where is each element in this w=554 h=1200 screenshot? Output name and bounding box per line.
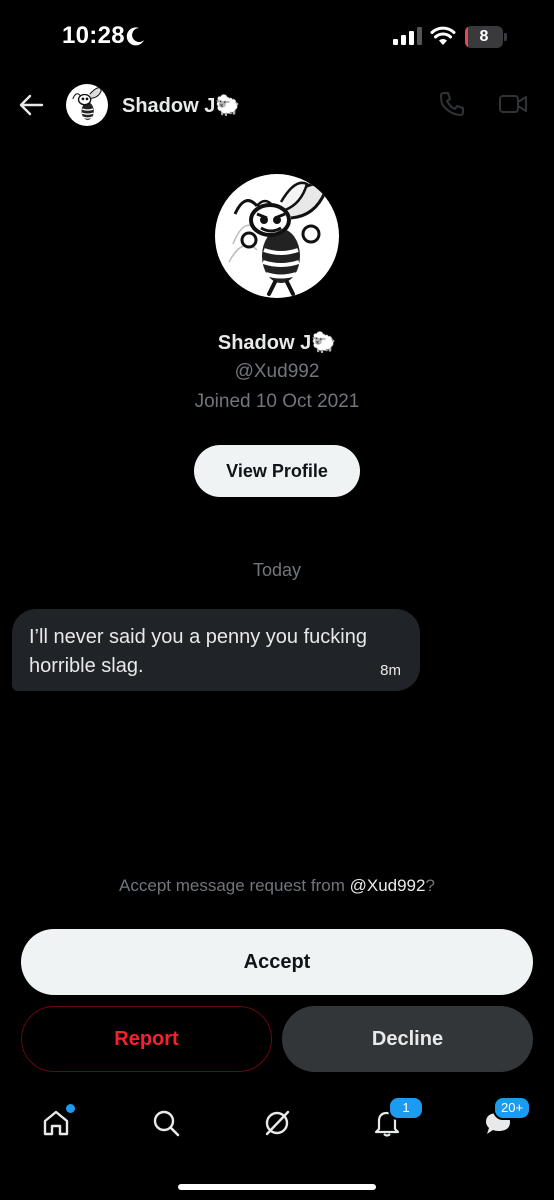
arrow-left-icon bbox=[19, 94, 44, 116]
battery-level: 8 bbox=[479, 28, 489, 45]
conversation-header: Shadow J🐑 bbox=[0, 78, 554, 134]
message-text: I’ll never said you a penny you fucking … bbox=[29, 626, 367, 677]
video-camera-icon[interactable] bbox=[498, 90, 528, 118]
hornet-mascot-icon bbox=[72, 87, 102, 120]
request-prompt-suffix: ? bbox=[425, 876, 435, 895]
home-indicator bbox=[178, 1184, 376, 1190]
moon-icon bbox=[126, 27, 144, 46]
nav-grok[interactable] bbox=[260, 1106, 294, 1140]
profile-joined-date: Joined 10 Oct 2021 bbox=[194, 391, 360, 412]
profile-avatar[interactable] bbox=[215, 174, 339, 298]
wifi-icon bbox=[430, 26, 456, 45]
request-prompt-handle[interactable]: @Xud992 bbox=[350, 876, 426, 895]
nav-home[interactable] bbox=[39, 1104, 75, 1140]
message-request-prompt: Accept message request from @Xud992? bbox=[0, 876, 554, 896]
nav-notifications[interactable]: 1 bbox=[370, 1096, 424, 1140]
profile-name: Shadow J🐑 bbox=[217, 332, 337, 354]
phone-icon[interactable] bbox=[438, 90, 466, 118]
back-button[interactable] bbox=[16, 90, 46, 120]
message-time: 8m bbox=[380, 662, 401, 679]
request-prompt-prefix: Accept message request from bbox=[119, 876, 350, 895]
messages-badge: 20+ bbox=[493, 1096, 532, 1120]
report-button[interactable]: Report bbox=[21, 1006, 272, 1072]
avatar[interactable] bbox=[66, 84, 108, 126]
grok-icon bbox=[265, 1110, 290, 1136]
home-notification-dot bbox=[66, 1104, 75, 1113]
nav-messages[interactable]: 20+ bbox=[481, 1096, 532, 1140]
accept-button[interactable]: Accept bbox=[21, 929, 533, 995]
decline-button[interactable]: Decline bbox=[282, 1006, 533, 1072]
view-profile-button[interactable]: View Profile bbox=[194, 445, 360, 497]
search-icon bbox=[153, 1110, 180, 1137]
header-title[interactable]: Shadow J🐑 bbox=[122, 93, 240, 118]
status-time: 10:28 bbox=[62, 22, 125, 49]
profile-handle: @Xud992 bbox=[234, 361, 320, 382]
hornet-mascot-icon bbox=[228, 181, 327, 296]
battery-icon: 8 bbox=[465, 26, 507, 48]
message-bubble[interactable]: I’ll never said you a penny you fucking … bbox=[12, 609, 420, 691]
date-separator: Today bbox=[252, 560, 302, 580]
nav-search[interactable] bbox=[149, 1106, 183, 1140]
bottom-nav: 1 20+ bbox=[0, 1092, 554, 1162]
notifications-badge: 1 bbox=[388, 1096, 424, 1120]
status-bar: 10:28 8 bbox=[0, 0, 554, 70]
home-icon bbox=[43, 1110, 69, 1136]
signal-icon bbox=[393, 27, 422, 45]
